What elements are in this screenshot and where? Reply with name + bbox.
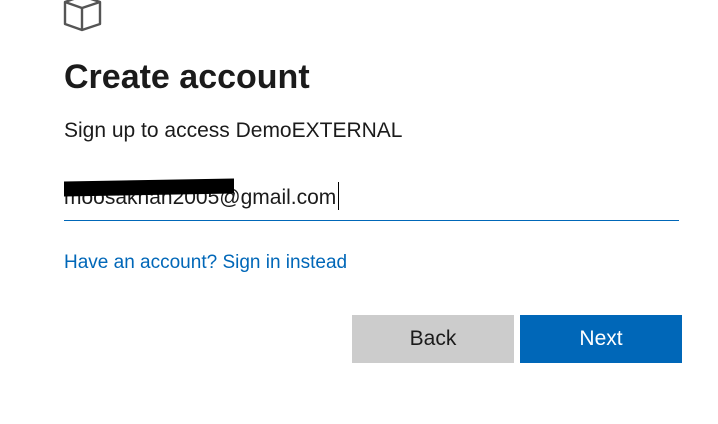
cube-icon	[63, 0, 102, 32]
redaction-bar	[64, 178, 234, 197]
page-title: Create account	[64, 58, 310, 96]
email-field[interactable]: moosakhan2005@gmail.com	[64, 176, 679, 221]
text-cursor	[338, 182, 340, 210]
create-account-page: Create account Sign up to access DemoEXT…	[0, 0, 718, 424]
next-button[interactable]: Next	[520, 315, 682, 363]
back-button[interactable]: Back	[352, 315, 514, 363]
page-subtitle: Sign up to access DemoEXTERNAL	[64, 119, 403, 142]
sign-in-instead-link[interactable]: Have an account? Sign in instead	[64, 250, 347, 276]
